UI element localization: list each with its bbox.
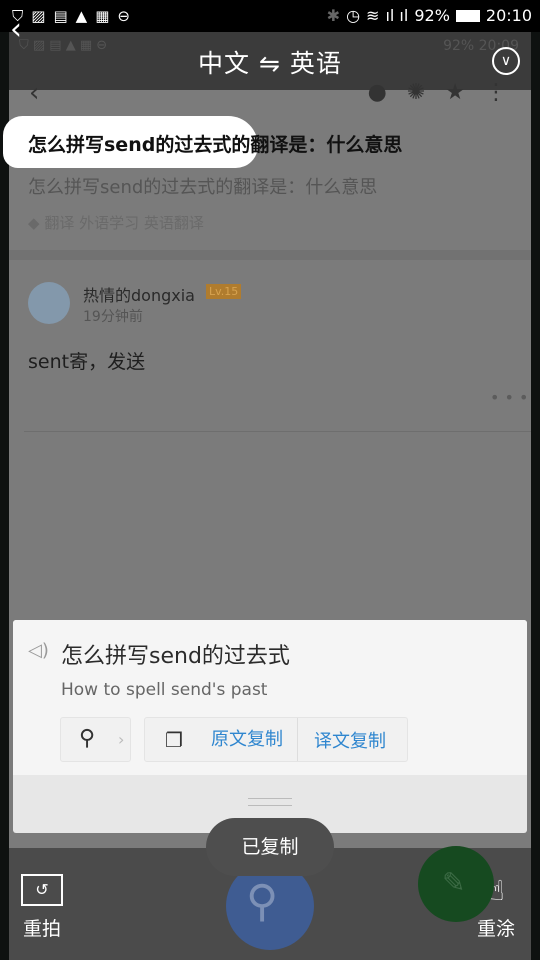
translation-text: How to spell send's past [61,680,268,700]
toast: 已复制 [206,818,334,876]
tag-icon: ◆ [28,214,40,232]
search-icon: ⚲ [79,726,96,751]
calendar-icon: ▤ [53,7,68,25]
section-divider [9,250,531,260]
signal-icon: ıl ıl [385,6,409,25]
answer-time: 19分钟前 [83,309,143,325]
back-button[interactable]: ‹ [10,12,22,47]
divider [24,431,531,432]
aperture-icon: ✺ [406,80,426,105]
wifi-icon: ≋ [366,6,380,25]
bluetooth-icon: ✱ [326,6,341,25]
copy-source-button[interactable]: 原文复制 [211,718,298,761]
question-subtitle: 怎么拼写send的过去式的翻译是：什么意思 [28,177,378,198]
camera-rotate-icon: ↺ [21,874,63,906]
retake-button[interactable]: ↺ 重拍 [21,874,63,941]
battery-percent: 92% [414,6,450,25]
search-icon: ⚲ [246,876,279,927]
answer-text: sent寄，发送 [28,351,146,373]
edit-button[interactable]: ✎ [418,846,494,922]
drag-handle[interactable] [248,798,292,806]
clock: 20:10 [485,6,532,25]
question-title: 怎么拼写send的过去式的翻译是：什么意思 [28,134,403,156]
translation-card: ◁) 怎么拼写send的过去式 How to spell send's past… [13,620,527,833]
more-icon: ⊖ [117,7,130,25]
search-button[interactable]: ⚲ › [60,717,131,762]
status-bar: ⛉ ▨ ▤ ▲ ▦ ⊖ ✱ ◷ ≋ ıl ıl 92% 20:10 [0,0,540,32]
alarm-icon: ◷ [346,6,361,25]
avatar [28,282,70,324]
source-text: 怎么拼写send的过去式 [61,644,290,669]
speaker-icon[interactable]: ◁) [28,640,49,661]
copy-buttons: ❐ 原文复制 译文复制 [144,717,408,762]
wechat-icon: ● [367,80,387,105]
edit-icon: ✎ [442,866,466,899]
more-vertical-icon: ⋮ [485,80,507,105]
star-icon: ★ [445,80,465,105]
language-selector[interactable]: 中文 ⇋ 英语 [0,44,540,80]
tags: ◆ 翻译 外语学习 英语翻译 [28,214,204,232]
copy-translation-button[interactable]: 译文复制 [314,727,386,753]
swap-icon: ⇋ [259,49,281,78]
chevron-down-icon[interactable]: ∨ [492,47,520,75]
notification-icons: ⛉ ▨ ▤ ▲ ▦ ⊖ [12,7,130,25]
apps-icon: ▦ [95,7,110,25]
level-badge: Lv.15 [206,284,242,299]
warning-icon: ▲ [75,7,88,25]
chevron-right-icon: › [118,730,125,749]
more-horizontal-icon: • • • [490,388,529,407]
username: 热情的dongxia [83,286,195,305]
battery-icon [455,9,480,22]
image-icon: ▨ [31,7,46,25]
photo-back-icon: ‹ [29,78,40,108]
copy-icon: ❐ [165,727,183,752]
